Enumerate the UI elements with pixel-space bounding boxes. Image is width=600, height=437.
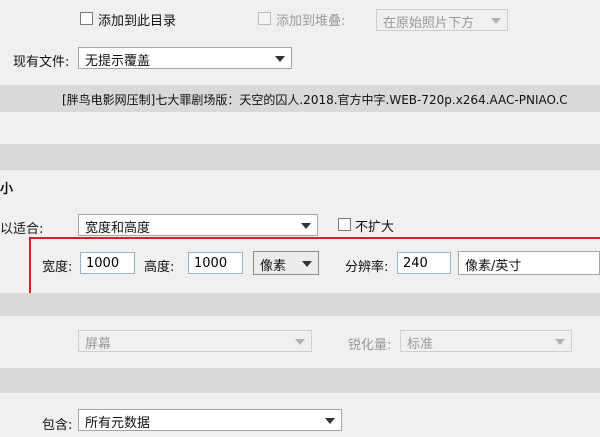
stack-position-value: 在原始照片下方 [383,16,475,31]
stack-position-select[interactable]: 在原始照片下方 [376,9,508,31]
chevron-down-icon [295,339,305,345]
chevron-down-icon [491,18,501,24]
resolution-unit-value: 像素/英寸 [465,259,522,274]
fit-label: 以适合: [0,222,44,237]
resolution-input[interactable] [397,252,451,274]
resolution-label: 分辨率: [345,260,389,275]
existing-files-value: 无提示覆盖 [85,54,151,69]
height-input[interactable] [188,252,243,274]
chevron-down-icon [301,223,311,229]
add-to-stack-checkbox[interactable] [258,12,271,25]
metadata-include-select[interactable]: 所有元数据 [78,409,342,431]
width-input[interactable] [80,252,135,274]
unit-value: 像素 [260,259,287,274]
existing-files-label: 现有文件: [13,55,70,70]
filename-text: [胖鸟电影网压制]七大罪剧场版：天空的囚人.2018.官方中字.WEB-720p… [62,93,568,107]
section-divider [0,293,600,316]
fit-value: 宽度和高度 [85,221,151,236]
sharpen-amount-label: 锐化量: [348,338,392,353]
no-enlarge-checkbox[interactable] [338,218,351,231]
metadata-include-value: 所有元数据 [85,416,151,431]
sharpen-amount-select[interactable]: 标准 [400,330,572,352]
height-label: 高度: [144,260,175,275]
size-section-header: 小 [0,182,14,197]
unit-select[interactable]: 像素 [253,251,319,275]
chevron-down-icon [302,261,312,267]
no-enlarge-label: 不扩大 [355,220,395,235]
resolution-unit-select[interactable]: 像素/英寸 [458,251,600,275]
section-divider [0,368,600,393]
add-to-catalog-checkbox[interactable] [80,12,93,25]
section-divider [0,144,600,170]
chevron-down-icon [555,339,565,345]
add-to-catalog-label: 添加到此目录 [98,14,177,29]
width-label: 宽度: [42,260,73,275]
sharpen-target-select[interactable]: 屏幕 [78,330,312,352]
chevron-down-icon [275,56,285,62]
metadata-include-label: 包含: [42,418,73,433]
add-to-stack-label: 添加到堆叠: [276,14,346,29]
sharpen-target-value: 屏幕 [85,337,112,352]
chevron-down-icon [325,418,335,424]
sharpen-amount-value: 标准 [407,337,434,352]
fit-select[interactable]: 宽度和高度 [78,214,318,236]
existing-files-select[interactable]: 无提示覆盖 [78,47,292,69]
